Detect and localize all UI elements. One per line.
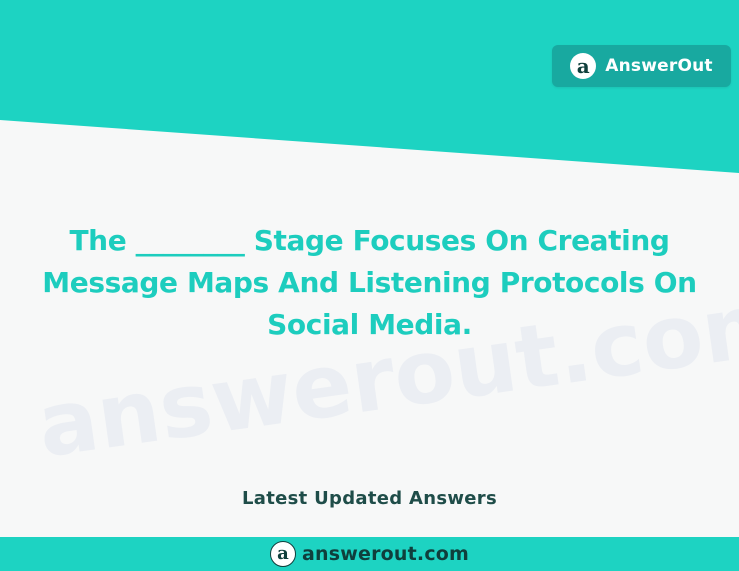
- answerout-logo-icon: a: [269, 541, 296, 567]
- brand-name: AnswerOut: [605, 56, 713, 76]
- answerout-logo-icon: a: [570, 53, 597, 79]
- footer-bar: a answerout.com: [0, 537, 739, 571]
- site-url-link[interactable]: answerout.com: [302, 543, 469, 565]
- latest-answers-heading: Latest Updated Answers: [242, 488, 497, 509]
- question-title: The ________ Stage Focuses On Creating M…: [42, 224, 697, 341]
- brand-badge[interactable]: a AnswerOut: [552, 45, 731, 87]
